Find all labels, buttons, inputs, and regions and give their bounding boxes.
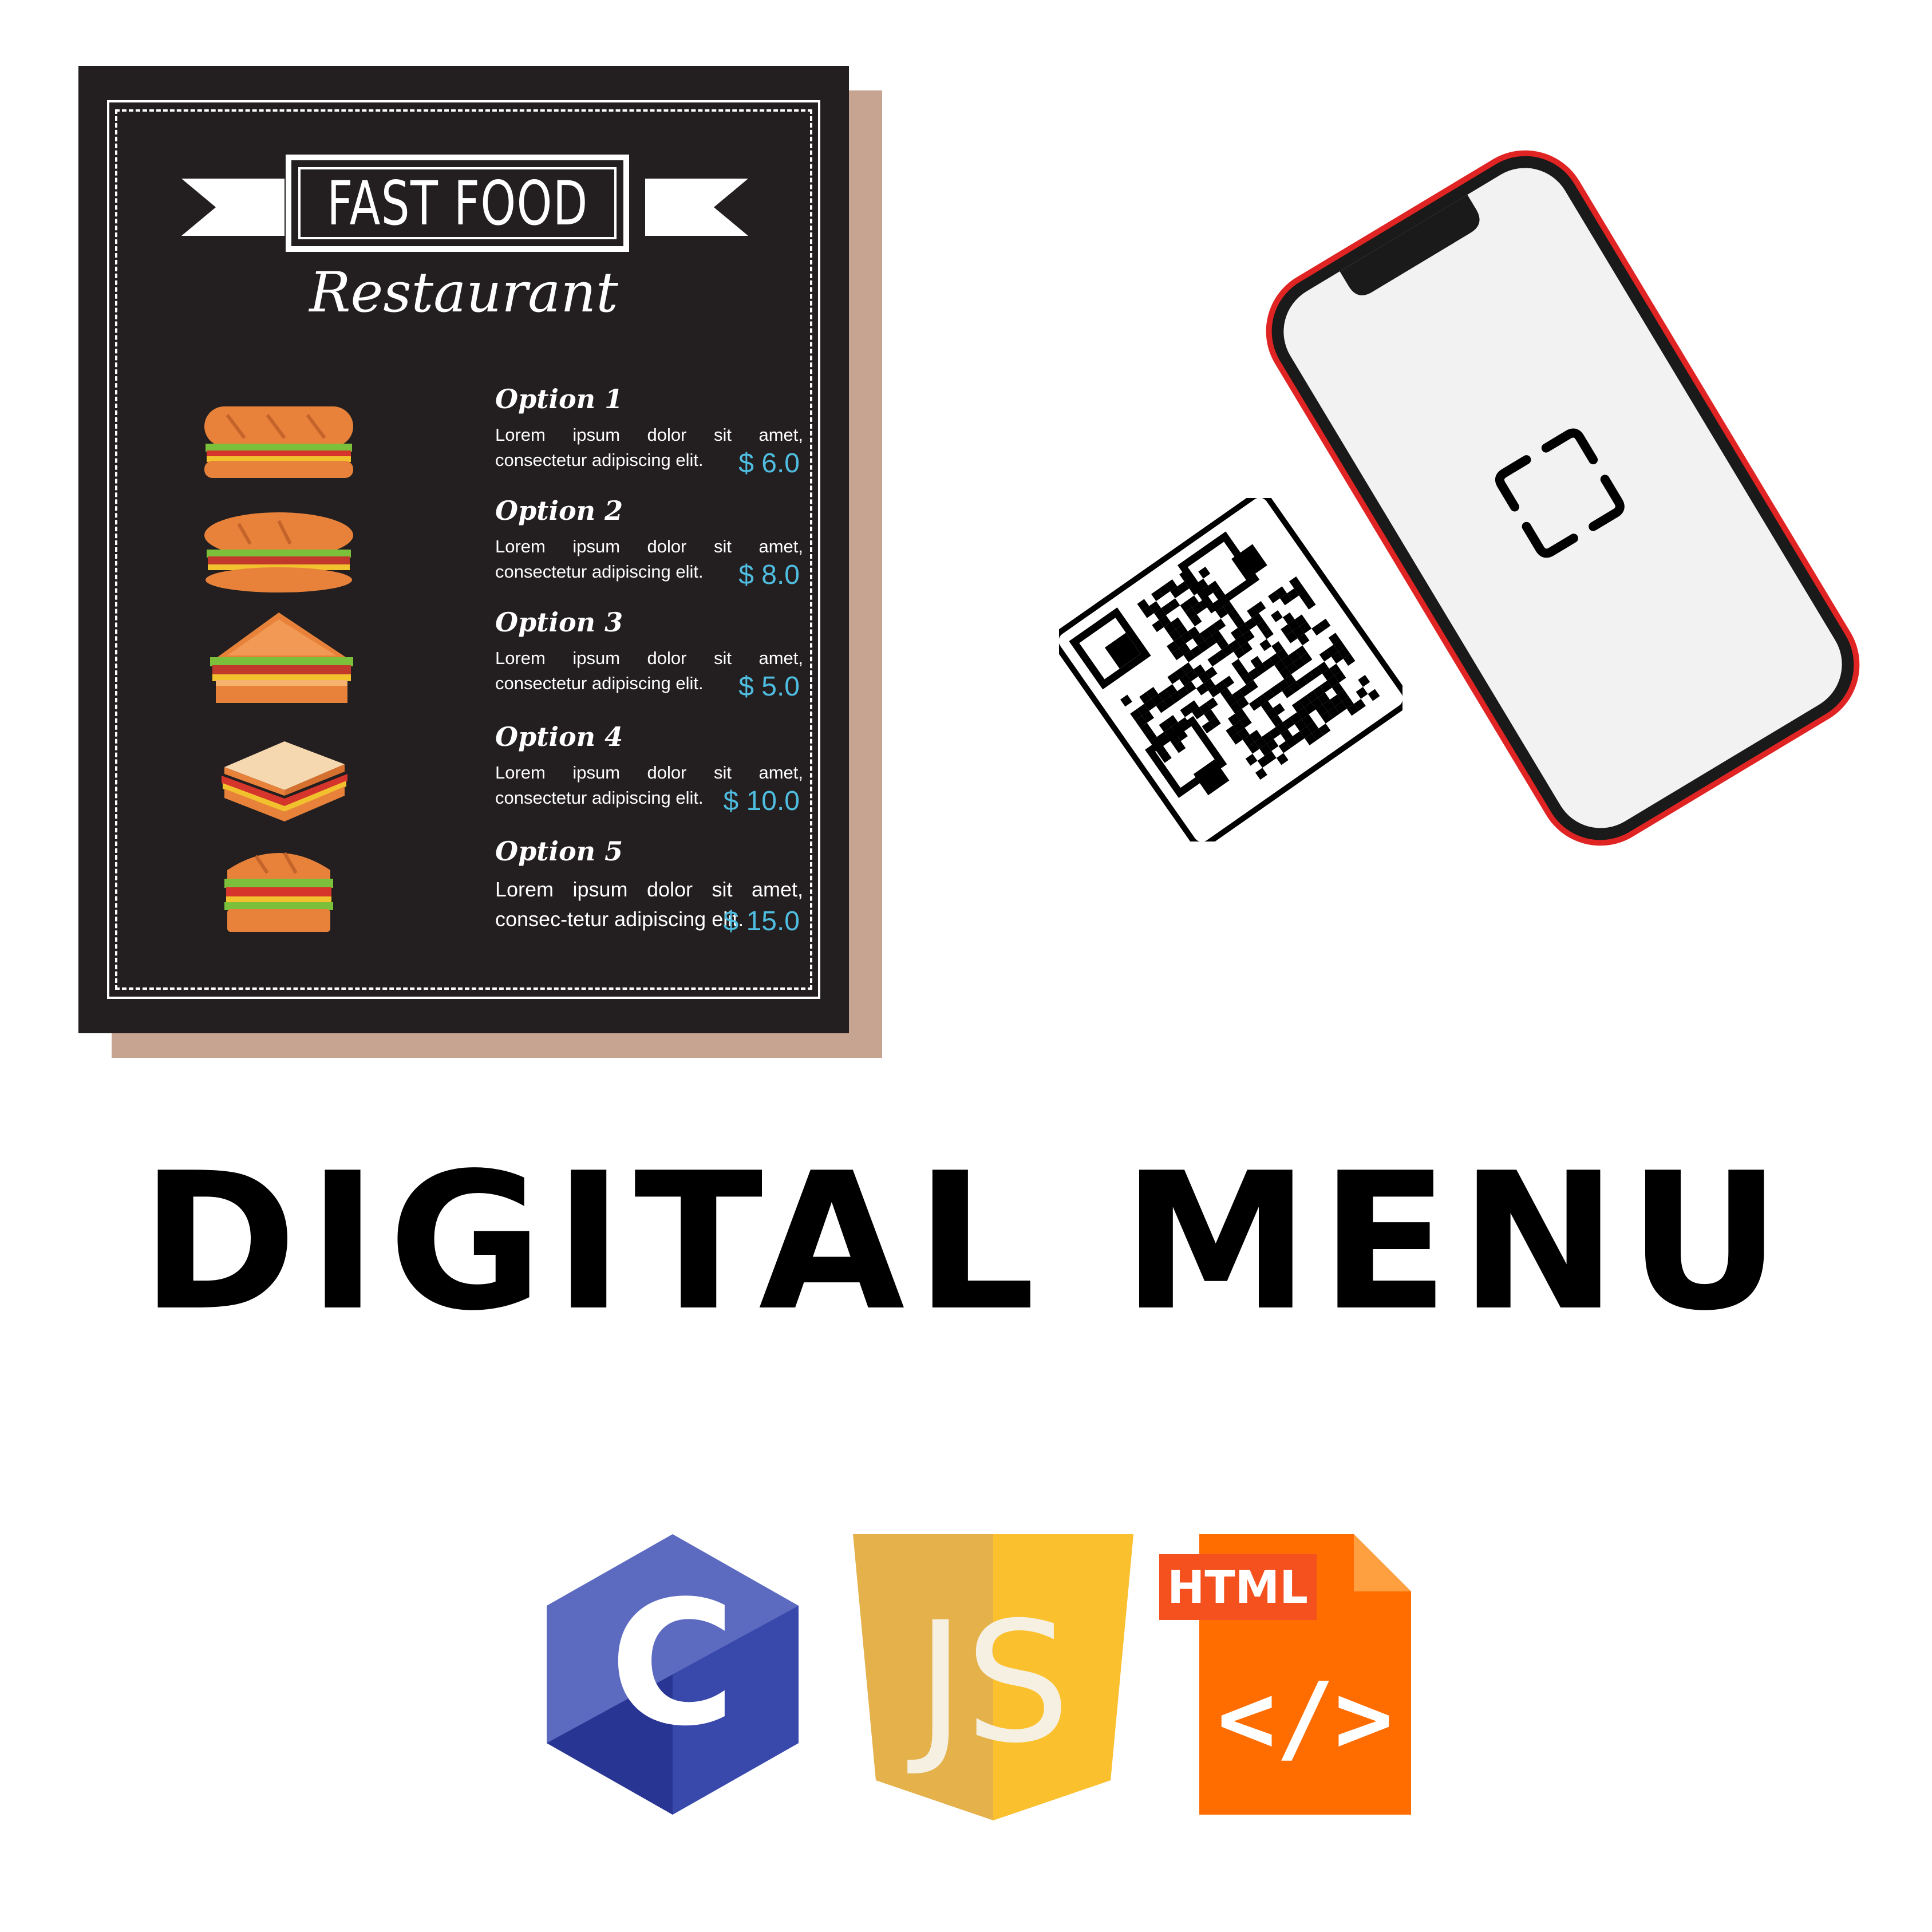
- triangle-sandwich-icon: [210, 613, 353, 703]
- item-price: $ 10.0: [723, 786, 800, 816]
- smartphone-scanner-icon: [1266, 150, 1860, 846]
- baguette-sandwich-icon: [204, 406, 353, 478]
- item-price: $ 8.0: [738, 560, 800, 590]
- sub-sandwich-icon: [204, 512, 353, 592]
- menu-item[interactable]: Option 5 Lorem ipsum dolor sit amet, con…: [193, 836, 811, 945]
- menu-board: FAST FOOD Restaurant Option 1 Lorem ipsu…: [78, 66, 849, 1033]
- item-price: $ 5.0: [738, 671, 800, 702]
- item-name: Option 5: [495, 836, 623, 867]
- menu-subtitle: Restaurant: [309, 260, 618, 325]
- item-name: Option 3: [495, 607, 623, 638]
- item-price: $ 15.0: [723, 906, 800, 937]
- svg-text:JS: JS: [906, 1587, 1070, 1780]
- item-name: Option 4: [495, 721, 623, 752]
- svg-text:C: C: [610, 1564, 736, 1764]
- headline: DIGITAL MENU: [140, 1132, 1792, 1352]
- html-file-icon: HTML </>: [1159, 1534, 1411, 1815]
- menu-item[interactable]: Option 2 Lorem ipsum dolor sit amet, con…: [193, 495, 811, 604]
- menu-title: FAST FOOD: [326, 168, 588, 239]
- svg-text:</>: </>: [1217, 1662, 1393, 1775]
- item-name: Option 2: [495, 495, 623, 526]
- burger-sandwich-icon: [224, 852, 333, 932]
- c-language-icon: C: [547, 1534, 799, 1815]
- menu-item[interactable]: Option 4 Lorem ipsum dolor sit amet, con…: [193, 721, 811, 830]
- svg-text:HTML: HTML: [1167, 1562, 1308, 1614]
- toast-sandwich-icon: [222, 741, 347, 821]
- menu-item[interactable]: Option 3 Lorem ipsum dolor sit amet, con…: [193, 607, 811, 716]
- menu-title-box: FAST FOOD: [286, 155, 629, 252]
- item-name: Option 1: [495, 384, 623, 414]
- item-price: $ 6.0: [738, 448, 800, 479]
- menu-item[interactable]: Option 1 Lorem ipsum dolor sit amet, con…: [193, 384, 811, 492]
- javascript-icon: JS: [853, 1534, 1133, 1820]
